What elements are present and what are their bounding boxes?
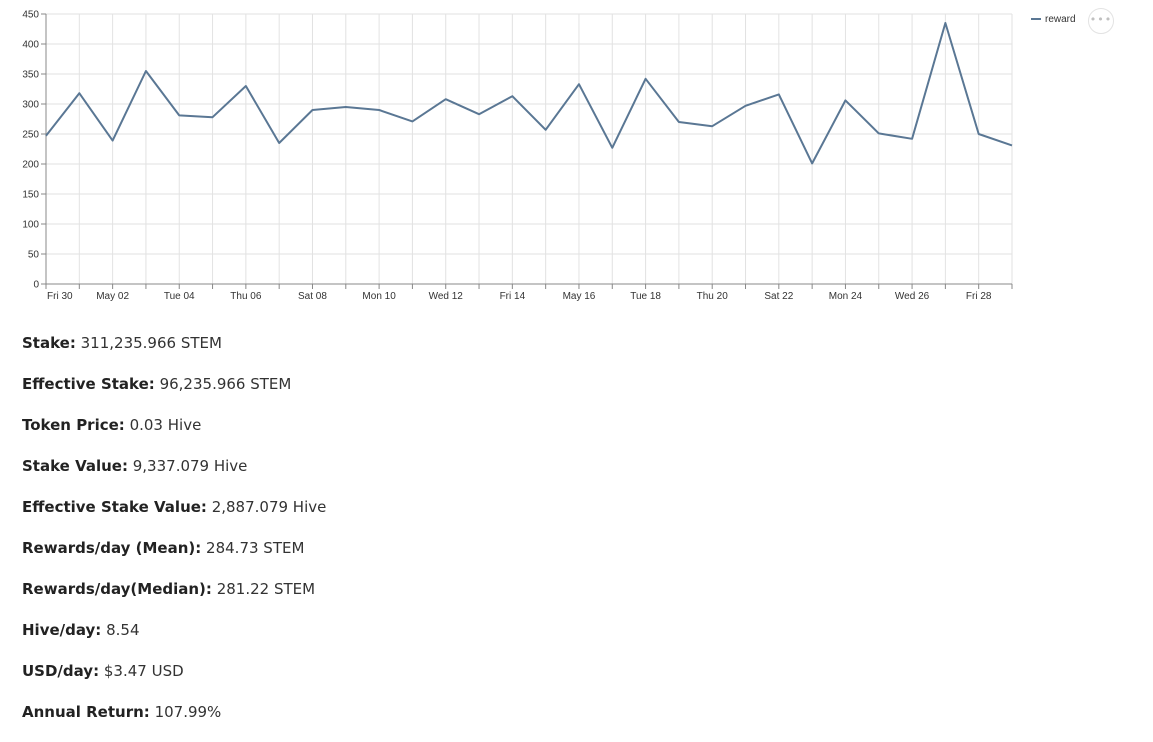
x-tick-label: Sat 08	[298, 291, 327, 302]
x-tick-label: Wed 26	[895, 291, 930, 302]
stat-value: 96,235.966 STEM	[159, 375, 292, 393]
x-tick-label: Fri 30	[47, 291, 73, 302]
stat-label: Effective Stake:	[22, 375, 155, 393]
y-tick-label: 50	[28, 250, 40, 261]
stat-value: 284.73 STEM	[206, 539, 305, 557]
stat-label: Hive/day:	[22, 621, 102, 639]
y-tick-label: 150	[22, 190, 39, 201]
chart-menu-button[interactable]: •••	[1088, 8, 1114, 34]
stat-value: 0.03 Hive	[129, 416, 202, 434]
x-tick-label: Fri 28	[966, 291, 992, 302]
x-tick-label: Thu 06	[230, 291, 262, 302]
stat-label: Stake Value:	[22, 457, 128, 475]
stat-value: 311,235.966 STEM	[80, 334, 222, 352]
x-tick-label: Mon 24	[829, 291, 863, 302]
stat-effective-stake: Effective Stake: 96,235.966 STEM	[22, 373, 722, 414]
reward-line-chart: 0 50 100 150 200 250 300 350 400 450 Fri 30 May 02 T…	[0, 0, 1153, 310]
stat-rewards-median: Rewards/day(Median): 281.22 STEM	[22, 578, 722, 619]
x-tick-label: Fri 14	[500, 291, 526, 302]
stat-value: 107.99%	[154, 703, 222, 721]
stat-label: Annual Return:	[22, 703, 150, 721]
stat-label: Stake:	[22, 334, 76, 352]
more-horizontal-icon: •••	[1089, 13, 1113, 26]
stat-label: USD/day:	[22, 662, 100, 680]
y-tick-label: 450	[22, 10, 39, 21]
x-tick-label: May 16	[563, 291, 596, 302]
x-tick-label: Tue 04	[164, 291, 195, 302]
x-tick-label: Wed 12	[429, 291, 464, 302]
stat-label: Token Price:	[22, 416, 125, 434]
stat-token-price: Token Price: 0.03 Hive	[22, 414, 722, 455]
stat-value: 2,887.079 Hive	[211, 498, 327, 516]
y-tick-label: 200	[22, 160, 39, 171]
y-tick-label: 0	[33, 280, 39, 291]
stat-value: 8.54	[106, 621, 140, 639]
legend-label-reward: reward	[1045, 14, 1076, 25]
stat-value: 281.22 STEM	[216, 580, 316, 598]
y-tick-label: 300	[22, 100, 39, 111]
y-tick-label: 100	[22, 220, 39, 231]
stat-usd-per-day: USD/day: $3.47 USD	[22, 660, 722, 701]
stat-annual-return: Annual Return: 107.99%	[22, 701, 722, 742]
stat-label: Rewards/day(Median):	[22, 580, 212, 598]
stat-hive-per-day: Hive/day: 8.54	[22, 619, 722, 660]
stat-value: 9,337.079 Hive	[132, 457, 248, 475]
stat-label: Rewards/day (Mean):	[22, 539, 202, 557]
stat-stake-value: Stake Value: 9,337.079 Hive	[22, 455, 722, 496]
stat-stake: Stake: 311,235.966 STEM	[22, 332, 722, 373]
y-tick-label: 350	[22, 70, 39, 81]
x-tick-label: Tue 18	[630, 291, 661, 302]
y-tick-label: 250	[22, 130, 39, 141]
chart-svg: 0 50 100 150 200 250 300 350 400 450 Fri 30 May 02 T…	[22, 10, 1076, 303]
stat-label: Effective Stake Value:	[22, 498, 207, 516]
stats-panel: Stake: 311,235.966 STEM Effective Stake:…	[22, 332, 722, 742]
stat-effective-stake-value: Effective Stake Value: 2,887.079 Hive	[22, 496, 722, 537]
stat-value: $3.47 USD	[103, 662, 184, 680]
stat-rewards-mean: Rewards/day (Mean): 284.73 STEM	[22, 537, 722, 578]
y-tick-label: 400	[22, 40, 39, 51]
x-tick-label: May 02	[96, 291, 129, 302]
x-tick-label: Mon 10	[362, 291, 396, 302]
x-tick-label: Thu 20	[697, 291, 729, 302]
x-tick-label: Sat 22	[764, 291, 793, 302]
